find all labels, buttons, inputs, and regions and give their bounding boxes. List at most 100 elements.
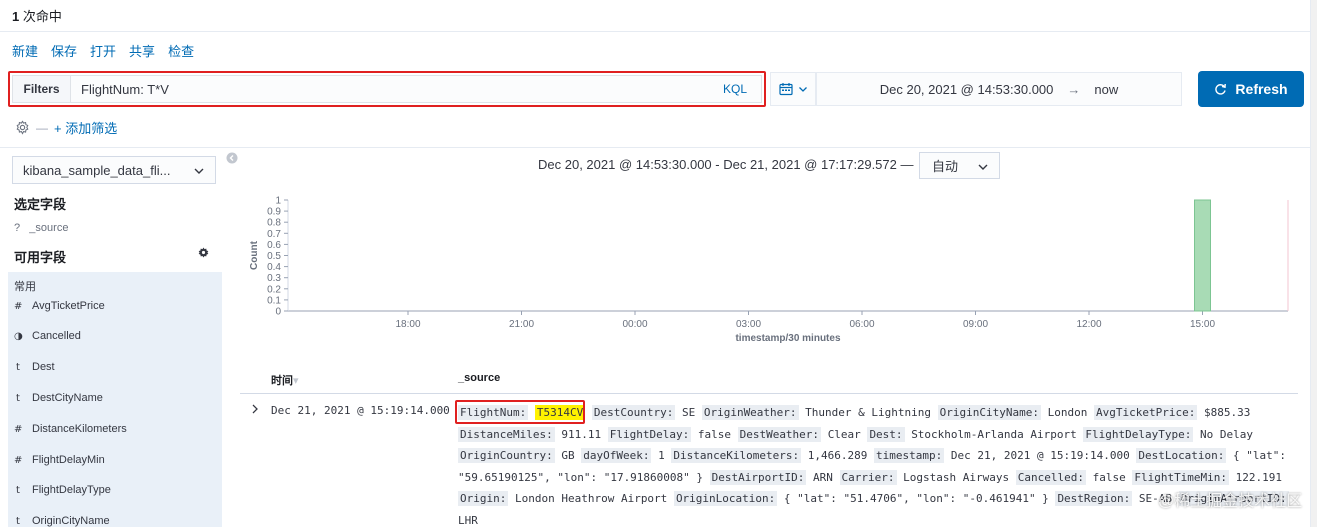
y-tick-label: 0.6 — [267, 240, 281, 251]
arrow-right-icon: → — [1067, 81, 1081, 97]
source-field-key: DestAirportID: — [709, 469, 807, 485]
y-axis-label: Count — [249, 240, 260, 270]
field-item[interactable]: # AvgTicketPrice — [14, 300, 105, 312]
y-tick-label: 0.8 — [267, 218, 281, 229]
field-name: FlightDelayMin — [32, 454, 105, 466]
common-fields-label: 常用 — [14, 281, 36, 293]
x-tick-label: 21:00 — [509, 319, 534, 330]
source-field-value: LHR — [458, 513, 478, 527]
inspect-button[interactable]: 检查 — [168, 41, 194, 60]
new-button[interactable]: 新建 — [12, 41, 38, 60]
date-picker-quick-button[interactable] — [770, 72, 816, 106]
column-header-time[interactable]: 时间▾ — [271, 372, 299, 388]
histogram-bar — [1194, 199, 1211, 312]
selected-fields-title: 选定字段 — [14, 197, 67, 212]
source-field-key: OriginLocation: — [673, 491, 778, 506]
column-header-source: _source — [458, 372, 501, 384]
index-pattern-select[interactable]: kibana_sample_data_fli... — [12, 156, 216, 184]
refresh-label: Refresh — [1235, 81, 1288, 97]
field-type-icon: # — [14, 300, 23, 312]
source-field-value: 911.11 — [561, 427, 602, 441]
source-field-key: Dest: — [867, 426, 905, 442]
source-field-key: OriginWeather: — [701, 405, 799, 420]
field-item[interactable]: # FlightDelayMin — [14, 454, 105, 466]
search-input[interactable]: FlightNum: T*V — [71, 82, 723, 97]
source-field-value: 1 — [658, 449, 665, 462]
source-field-key: AvgTicketPrice: — [1093, 405, 1198, 420]
histogram-chart: 00.10.20.30.40.50.60.70.80.91 18:00 21:00 0… — [249, 196, 1289, 344]
field-name: Dest — [32, 361, 55, 373]
x-tick-label: 00:00 — [622, 319, 647, 330]
source-field-key: Cancelled: — [1015, 469, 1086, 485]
field-name: _source — [29, 222, 69, 234]
x-tick-label: 15:00 — [1190, 319, 1215, 330]
field-type-icon: t — [16, 361, 20, 373]
y-tick-label: 0 — [275, 307, 281, 318]
flightnum-highlight-box — [455, 400, 585, 424]
available-fields-title: 可用字段 — [14, 250, 67, 265]
field-name: FlightDelayType — [32, 484, 111, 496]
refresh-icon — [1215, 83, 1227, 95]
source-field-key: DestRegion: — [1055, 491, 1133, 506]
source-field-value: No Delay — [1199, 427, 1253, 441]
selected-field-source[interactable]: ? _source — [14, 222, 68, 234]
y-tick-label: 0.9 — [267, 207, 281, 218]
x-tick-label: 06:00 — [849, 319, 874, 330]
field-name: OriginCityName — [32, 515, 110, 527]
x-tick-label: 09:00 — [963, 319, 988, 330]
scrollbar[interactable] — [1310, 0, 1317, 527]
x-tick-label: 18:00 — [395, 319, 420, 330]
query-bar: Filters FlightNum: T*V KQL — [12, 75, 762, 103]
source-field-value: GB — [561, 449, 575, 462]
field-type-icon: ? — [14, 222, 21, 234]
y-tick-label: 0.2 — [267, 284, 281, 295]
field-type-icon: t — [16, 392, 20, 404]
divider — [0, 31, 1310, 32]
source-field-value: Stockholm-Arlanda Airport — [911, 427, 1077, 441]
source-field-key: FlightTimeMin: — [1132, 469, 1230, 485]
chevron-down-icon — [978, 164, 988, 170]
x-axis-label: timestamp/30 minutes — [735, 333, 840, 344]
histogram-time-range: Dec 20, 2021 @ 14:53:30.000 - Dec 21, 20… — [538, 157, 914, 172]
gear-icon[interactable] — [198, 247, 209, 258]
field-item[interactable]: t DestCityName — [14, 392, 103, 404]
save-button[interactable]: 保存 — [51, 41, 77, 60]
source-field-value: Logstash Airways — [903, 470, 1010, 484]
gear-icon[interactable] — [15, 120, 30, 135]
top-nav-menu: 新建 保存 打开 共享 检查 — [12, 41, 194, 60]
sort-icon[interactable]: ▾ — [293, 375, 299, 387]
field-name: AvgTicketPrice — [32, 300, 105, 312]
source-field-value: Thunder & Lightning — [805, 406, 932, 419]
y-tick-label: 0.4 — [267, 262, 281, 273]
source-field-key: OriginCountry: — [458, 448, 555, 463]
field-type-icon: t — [16, 484, 20, 496]
field-type-icon: t — [16, 515, 20, 527]
filter-bar: — + 添加筛选 — [15, 118, 117, 137]
chevron-right-icon[interactable] — [250, 403, 260, 415]
kql-toggle-button[interactable]: KQL — [723, 82, 761, 96]
refresh-button[interactable]: Refresh — [1198, 71, 1304, 107]
source-field-value: false — [1092, 470, 1126, 484]
chevron-down-icon — [798, 87, 807, 92]
field-item[interactable]: t FlightDelayType — [14, 484, 111, 496]
field-item[interactable]: # DistanceKilometers — [14, 423, 127, 435]
filters-button[interactable]: Filters — [13, 76, 71, 102]
field-item[interactable]: t OriginCityName — [14, 515, 110, 527]
date-end[interactable]: now — [1094, 82, 1118, 97]
field-name: DistanceKilometers — [32, 423, 127, 435]
date-range-display[interactable]: Dec 20, 2021 @ 14:53:30.000 → now — [816, 72, 1182, 106]
open-button[interactable]: 打开 — [90, 41, 116, 60]
date-start[interactable]: Dec 20, 2021 @ 14:53:30.000 — [880, 82, 1054, 97]
interval-value: 自动 — [932, 159, 959, 174]
table-header-divider — [240, 393, 1298, 394]
source-field-value: London Heathrow Airport — [514, 492, 668, 505]
collapse-sidebar-icon[interactable] — [226, 152, 238, 164]
source-field-key: dayOfWeek: — [581, 448, 652, 463]
available-fields-list: 常用 # AvgTicketPrice ◑ Cancelled t Dest t Des… — [8, 272, 222, 527]
field-item[interactable]: t Dest — [14, 361, 55, 373]
share-button[interactable]: 共享 — [129, 41, 155, 60]
field-item[interactable]: ◑ Cancelled — [14, 330, 81, 342]
interval-select[interactable]: 自动 — [919, 152, 1000, 179]
source-field-key: DistanceMiles: — [458, 426, 555, 442]
add-filter-button[interactable]: + 添加筛选 — [54, 118, 117, 137]
